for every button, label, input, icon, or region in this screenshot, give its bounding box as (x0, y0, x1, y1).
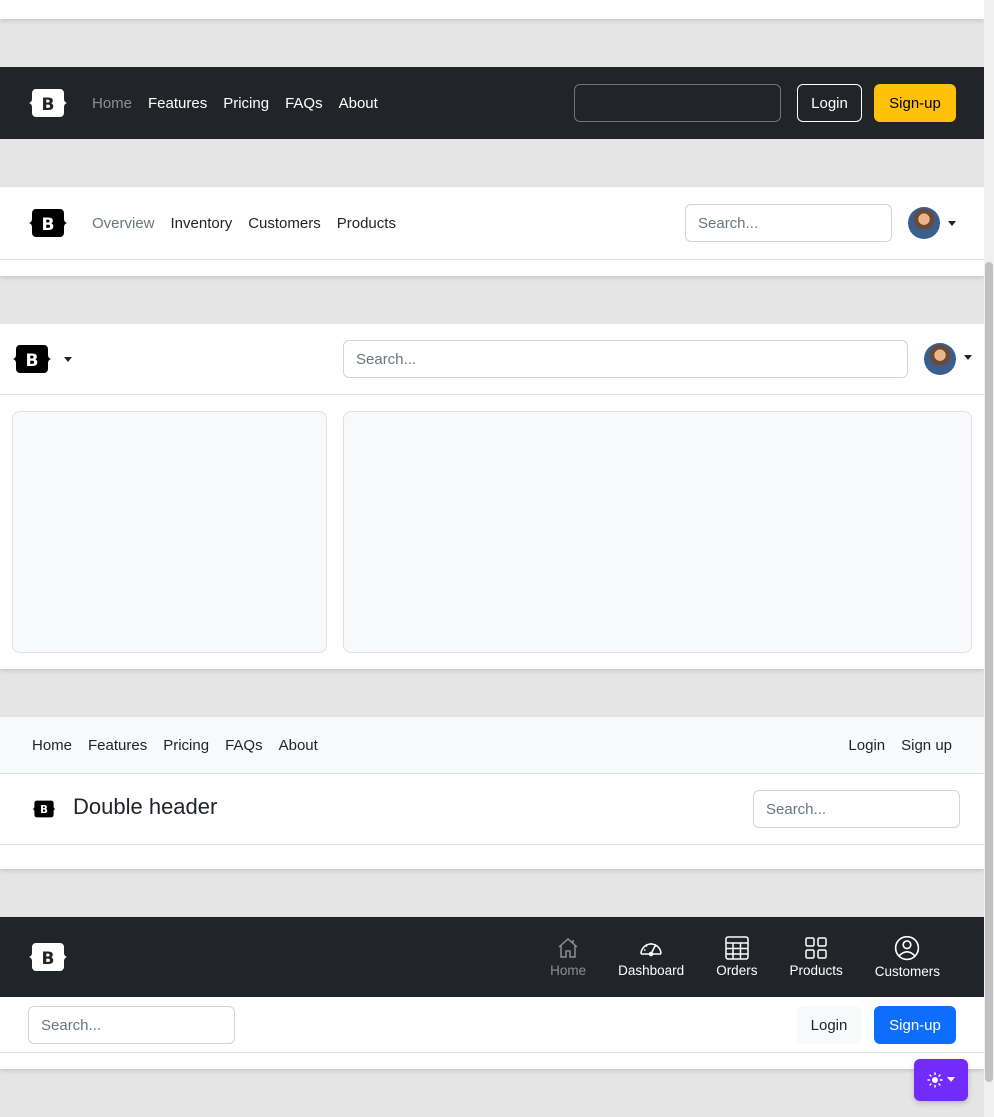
search-input[interactable]: Search... (343, 340, 908, 378)
scrollbar[interactable] (984, 0, 994, 1117)
signup-button[interactable]: Sign-up (874, 1006, 956, 1044)
nav-overview[interactable]: Overview (84, 215, 163, 232)
svg-text:B: B (26, 351, 39, 371)
icon-header: B Home Dashboard Orders Products Custome… (0, 917, 984, 1069)
nav-orders[interactable]: Orders (700, 936, 773, 978)
nav-about[interactable]: About (331, 95, 386, 112)
light-header: B Overview Inventory Customers Products … (0, 187, 984, 276)
nav-faqs[interactable]: FAQs (217, 737, 271, 754)
search-input[interactable]: Search... (685, 204, 892, 242)
nav-label: Home (550, 963, 587, 978)
brand-row: B Double header Search... (0, 774, 984, 845)
double-header: Home Features Pricing FAQs About Login S… (0, 717, 984, 869)
nav-label: Orders (716, 963, 758, 978)
brand-title: Double header (73, 794, 218, 819)
header-bar: B Overview Inventory Customers Products … (0, 187, 984, 260)
nav-home[interactable]: Home (24, 737, 80, 754)
chevron-down-icon[interactable] (964, 355, 972, 360)
search-input[interactable] (574, 84, 781, 122)
nav-home[interactable]: Home (84, 95, 140, 112)
search-input[interactable]: Search... (753, 790, 960, 828)
svg-text:B: B (42, 95, 55, 115)
login-button[interactable]: Login (797, 1006, 861, 1044)
nav-products[interactable]: Products (329, 215, 404, 232)
theme-toggle-button[interactable] (914, 1059, 968, 1101)
bootstrap-logo-icon[interactable]: B (28, 207, 68, 239)
person-circle-icon (895, 935, 920, 961)
nav-home[interactable]: Home (534, 936, 602, 978)
header-bar: B Search... (0, 324, 984, 395)
bootstrap-logo-icon[interactable]: B (12, 343, 52, 375)
nav-features[interactable]: Features (80, 737, 155, 754)
bootstrap-logo-icon[interactable]: B (28, 87, 68, 119)
table-icon (725, 936, 749, 960)
dashboard-header-section: B Search... (0, 324, 984, 669)
login-button[interactable]: Login (797, 84, 862, 122)
avatar[interactable] (908, 207, 940, 239)
search-input[interactable]: Search... (28, 1006, 235, 1044)
nav-label: Dashboard (618, 963, 685, 978)
signup-button[interactable]: Sign-up (874, 84, 956, 122)
nav-inventory[interactable]: Inventory (163, 215, 241, 232)
nav-customers[interactable]: Customers (240, 215, 329, 232)
nav-features[interactable]: Features (140, 95, 215, 112)
chevron-down-icon[interactable] (64, 357, 72, 362)
dark-bar: B Home Dashboard Orders Products Custome… (0, 917, 984, 997)
svg-text:B: B (40, 805, 48, 816)
nav-pricing[interactable]: Pricing (215, 95, 277, 112)
signup-link[interactable]: Sign up (893, 737, 960, 754)
bootstrap-logo-icon[interactable]: B (28, 941, 68, 973)
nav-dashboard[interactable]: Dashboard (602, 936, 700, 978)
content-placeholder (343, 411, 972, 653)
nav-customers[interactable]: Customers (859, 935, 956, 979)
house-icon (558, 937, 578, 958)
svg-text:B: B (42, 949, 55, 969)
dark-header: B Home Features Pricing FAQs About Login… (0, 67, 984, 139)
scrollbar-thumb[interactable] (985, 262, 993, 1082)
action-row: Search... Login Sign-up (0, 997, 984, 1053)
avatar[interactable] (924, 343, 956, 375)
nav-products[interactable]: Products (773, 936, 858, 978)
grid-icon (805, 937, 827, 959)
top-nav: Home Features Pricing FAQs About Login S… (0, 717, 984, 774)
bootstrap-logo-icon[interactable]: B (24, 793, 64, 825)
speedometer-icon (640, 943, 662, 957)
chevron-down-icon[interactable] (948, 221, 956, 226)
primary-nav: Home Features Pricing FAQs About (84, 95, 386, 112)
svg-text:B: B (42, 215, 55, 235)
nav-label: Customers (874, 964, 940, 979)
sidebar-placeholder (12, 411, 327, 653)
nav-pricing[interactable]: Pricing (155, 737, 217, 754)
chevron-down-icon (947, 1077, 955, 1082)
app-nav: Overview Inventory Customers Products (84, 215, 404, 232)
icon-nav: Home Dashboard Orders Products Customers (534, 917, 956, 997)
nav-about[interactable]: About (271, 737, 326, 754)
nav-label: Products (789, 963, 843, 978)
login-link[interactable]: Login (840, 737, 893, 754)
nav-faqs[interactable]: FAQs (277, 95, 331, 112)
sun-icon (927, 1072, 943, 1088)
previous-section-strip (0, 0, 984, 19)
